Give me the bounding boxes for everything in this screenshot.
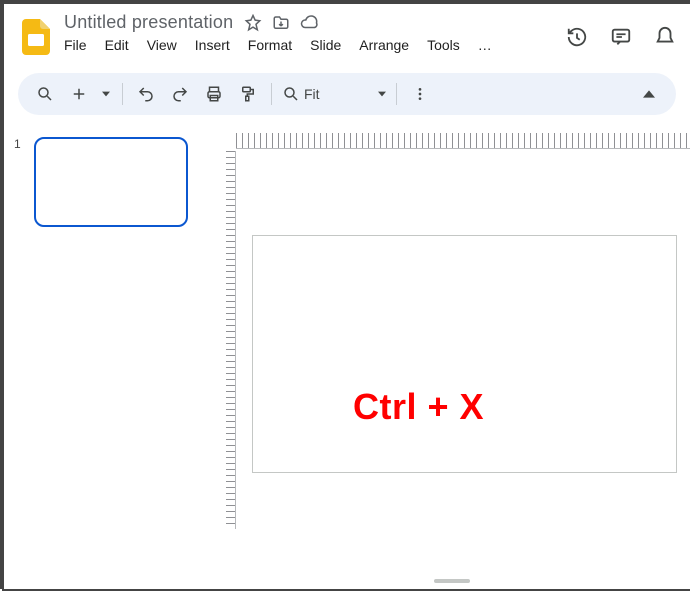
move-to-folder-icon[interactable] <box>271 13 291 33</box>
slide-canvas[interactable]: Ctrl + X <box>252 235 677 473</box>
overlay-annotation: Ctrl + X <box>353 386 484 428</box>
toolbar-container: Fit <box>4 67 690 125</box>
menu-file[interactable]: File <box>64 37 87 53</box>
separator <box>396 83 397 105</box>
header: Untitled presentation File Edit View <box>4 4 690 67</box>
zoom-label: Fit <box>304 86 334 102</box>
zoom-control[interactable]: Fit <box>282 85 386 103</box>
menu-insert[interactable]: Insert <box>195 37 230 53</box>
menu-edit[interactable]: Edit <box>105 37 129 53</box>
slide-thumbnail[interactable] <box>34 137 188 227</box>
print-icon[interactable] <box>201 81 227 107</box>
menu-slide[interactable]: Slide <box>310 37 341 53</box>
search-icon[interactable] <box>32 81 58 107</box>
chevron-down-icon <box>378 90 386 98</box>
undo-icon[interactable] <box>133 81 159 107</box>
workspace: 1 Ctrl + X <box>4 125 690 589</box>
separator <box>271 83 272 105</box>
separator <box>122 83 123 105</box>
cloud-status-icon[interactable] <box>299 13 319 33</box>
menu-tools[interactable]: Tools <box>427 37 460 53</box>
document-title[interactable]: Untitled presentation <box>64 12 233 33</box>
slide-item[interactable]: 1 <box>14 137 203 227</box>
slide-number: 1 <box>14 137 26 151</box>
canvas-area[interactable]: Ctrl + X <box>214 125 690 589</box>
redo-icon[interactable] <box>167 81 193 107</box>
history-icon[interactable] <box>566 26 588 48</box>
ruler-vertical <box>226 151 236 529</box>
toolbar: Fit <box>18 73 676 115</box>
menu-more[interactable]: … <box>478 37 492 53</box>
notification-icon[interactable] <box>654 26 676 48</box>
menu-bar: File Edit View Insert Format Slide Arran… <box>64 33 492 61</box>
more-tools-icon[interactable] <box>407 81 433 107</box>
app: Untitled presentation File Edit View <box>4 4 690 589</box>
menu-format[interactable]: Format <box>248 37 292 53</box>
new-slide-menu-icon[interactable] <box>100 81 112 107</box>
ruler-horizontal <box>236 133 690 149</box>
comments-icon[interactable] <box>610 26 632 48</box>
new-slide-icon[interactable] <box>66 81 92 107</box>
slides-logo-icon[interactable] <box>18 19 54 55</box>
slide-panel: 1 <box>4 125 214 589</box>
menu-view[interactable]: View <box>147 37 177 53</box>
paint-format-icon[interactable] <box>235 81 261 107</box>
star-icon[interactable] <box>243 13 263 33</box>
collapse-toolbar-icon[interactable] <box>636 81 662 107</box>
menu-arrange[interactable]: Arrange <box>359 37 409 53</box>
title-area: Untitled presentation File Edit View <box>64 12 492 61</box>
panel-resize-handle[interactable] <box>434 579 470 583</box>
